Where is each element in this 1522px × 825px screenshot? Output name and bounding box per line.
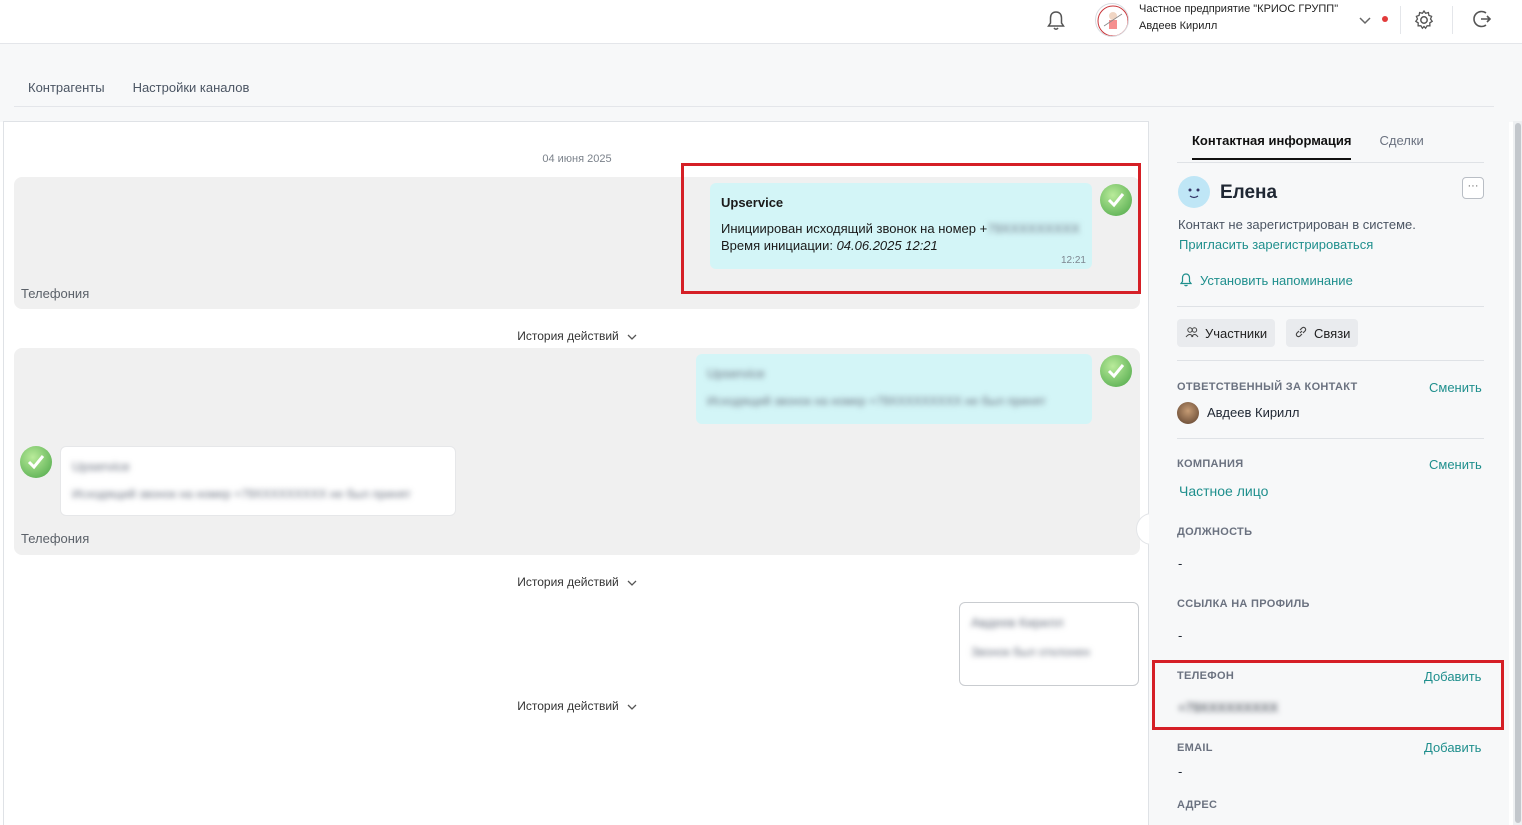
divider [14, 106, 1494, 107]
contact-panel: Контактная информация Сделки Елена ··· К… [1149, 121, 1509, 825]
chevron-down-icon [627, 330, 637, 344]
address-title: АДРЕС [1177, 799, 1218, 811]
email-title: EMAIL [1177, 742, 1213, 754]
history-toggle[interactable]: История действий [4, 699, 1148, 714]
message-author: Upservice [707, 366, 765, 381]
avatar [1177, 402, 1199, 424]
company-title: КОМПАНИЯ [1177, 458, 1244, 470]
people-icon [1185, 326, 1199, 341]
message-group: Upservice Инициирован исходящий звонок н… [14, 177, 1140, 309]
contact-name: Елена [1220, 182, 1278, 203]
set-reminder-link[interactable]: Установить напоминание [1200, 273, 1353, 288]
divider [1177, 306, 1484, 307]
check-icon [20, 446, 52, 478]
divider [1452, 6, 1453, 34]
message-author: Авдеев Кирилл [971, 615, 1064, 630]
logout-icon[interactable] [1471, 8, 1493, 30]
company-value[interactable]: Частное лицо [1179, 483, 1268, 499]
responsible-name: Авдеев Кирилл [1207, 405, 1300, 420]
message-text: Время инициации: 04.06.2025 12:21 [721, 238, 938, 253]
message-time: 12:21 [1060, 255, 1086, 266]
participants-chip[interactable]: Участники [1177, 319, 1276, 347]
links-chip[interactable]: Связи [1286, 319, 1359, 347]
chevron-down-icon[interactable] [1358, 13, 1372, 25]
message-author: Upservice [72, 459, 130, 474]
sub-tabs: Контрагенты Настройки каналов [28, 80, 249, 95]
position-title: ДОЛЖНОСТЬ [1177, 526, 1253, 538]
message-group: Upservice Исходящий звонок на номер +79X… [14, 348, 1140, 555]
link-icon [1294, 325, 1308, 342]
contact-tabs: Контактная информация Сделки [1192, 133, 1424, 160]
notification-dot [1382, 16, 1388, 22]
divider [1177, 438, 1484, 439]
history-toggle[interactable]: История действий [4, 575, 1148, 590]
message-text: Исходящий звонок на номер +79XXXXXXXXX н… [707, 394, 1046, 408]
chat-panel: 04 июня 2025 Upservice Инициирован исход… [3, 121, 1149, 825]
phone-value: +79XXXXXXXXX [1178, 700, 1279, 715]
channel-label: Телефония [21, 286, 90, 301]
tab-counterparties[interactable]: Контрагенты [28, 80, 105, 95]
check-icon [1100, 184, 1132, 216]
chevron-down-icon [627, 700, 637, 714]
change-responsible-button[interactable]: Сменить [1429, 380, 1482, 395]
add-phone-button[interactable]: Добавить [1424, 669, 1481, 684]
divider [1177, 162, 1484, 163]
message-bubble[interactable]: Upservice Инициирован исходящий звонок н… [710, 183, 1092, 269]
check-icon [1100, 355, 1132, 387]
responsible-title: ОТВЕТСТВЕННЫЙ ЗА КОНТАКТ [1177, 381, 1358, 393]
gear-icon[interactable] [1413, 9, 1435, 31]
message-bubble[interactable]: Авдеев Кирилл Звонок был отклонен [959, 602, 1139, 686]
date-separator: 04 июня 2025 [542, 153, 612, 165]
channel-label: Телефония [21, 531, 90, 546]
email-value: - [1178, 764, 1183, 779]
position-value: - [1178, 556, 1183, 571]
bell-icon[interactable] [1046, 10, 1066, 32]
scrollbar-thumb[interactable] [1515, 123, 1521, 823]
profile-link-title: ССЫЛКА НА ПРОФИЛЬ [1177, 598, 1310, 610]
message-text: Инициирован исходящий звонок на номер +7… [721, 221, 1080, 236]
message-author: Upservice [721, 195, 784, 210]
message-text: Исходящий звонок на номер +79XXXXXXXXX н… [72, 487, 411, 501]
message-text: Звонок был отклонен [971, 645, 1090, 659]
message-bubble[interactable]: Upservice Исходящий звонок на номер +79X… [60, 446, 456, 516]
change-company-button[interactable]: Сменить [1429, 457, 1482, 472]
top-bar: Частное предприятие "КРИОС ГРУПП" Авдеев… [0, 0, 1522, 44]
tab-channel-settings[interactable]: Настройки каналов [133, 80, 250, 95]
history-toggle[interactable]: История действий [4, 329, 1148, 344]
org-name[interactable]: Частное предприятие "КРИОС ГРУПП" [1139, 3, 1338, 15]
phone-number-blurred: 79XXXXXXXXX [987, 221, 1080, 236]
not-registered-text: Контакт не зарегистрирован в системе. [1178, 217, 1416, 232]
more-options-button[interactable]: ··· [1462, 177, 1484, 199]
profile-link-value: - [1178, 628, 1183, 643]
current-user-name[interactable]: Авдеев Кирилл [1139, 20, 1217, 32]
tab-deals[interactable]: Сделки [1379, 133, 1423, 160]
invite-link[interactable]: Пригласить зарегистрироваться [1179, 237, 1373, 252]
chevron-down-icon [627, 576, 637, 590]
divider [1177, 360, 1484, 361]
bell-icon [1179, 273, 1193, 292]
tab-contact-info[interactable]: Контактная информация [1192, 133, 1352, 160]
add-email-button[interactable]: Добавить [1424, 740, 1481, 755]
avatar [1178, 176, 1210, 208]
message-bubble[interactable]: Upservice Исходящий звонок на номер +79X… [696, 354, 1092, 424]
divider [1400, 6, 1401, 34]
phone-title: ТЕЛЕФОН [1177, 670, 1235, 682]
org-logo[interactable] [1095, 3, 1129, 37]
